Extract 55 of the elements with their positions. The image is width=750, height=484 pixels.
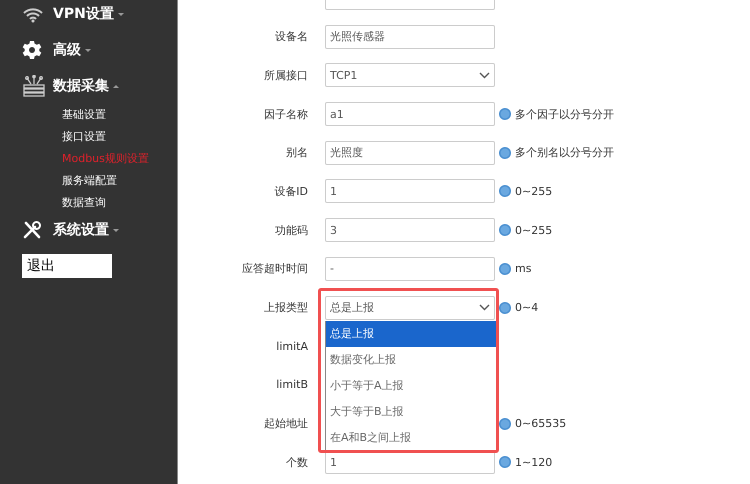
field-label: 因子名称 xyxy=(263,106,308,122)
dropdown-option[interactable]: 大于等于B上报 xyxy=(326,398,496,424)
hint-text: 0~255 xyxy=(515,224,552,237)
help-icon xyxy=(499,185,511,198)
input-field[interactable]: 光照度 xyxy=(325,140,495,165)
hint-text: 1~120 xyxy=(515,456,552,469)
help-icon xyxy=(499,146,511,159)
menu-item[interactable]: VPN设置 xyxy=(22,2,177,26)
select-field[interactable]: TCP1 xyxy=(325,63,495,88)
field-label: 上报类型 xyxy=(263,300,308,315)
submenu-item[interactable]: 基础设置 xyxy=(62,104,177,126)
gear-icon xyxy=(22,40,42,60)
help-icon xyxy=(499,224,511,236)
field-label: limitA xyxy=(275,340,308,353)
hint-text: 多个别名以分号分开 xyxy=(515,145,614,160)
field-label: 功能码 xyxy=(274,222,308,238)
hint-text: 0~4 xyxy=(515,301,538,314)
submenu-item[interactable]: 接口设置 xyxy=(62,126,177,148)
field-label: 设备名 xyxy=(274,29,308,44)
input-field[interactable]: - xyxy=(325,256,495,281)
dropdown-option[interactable]: 数据变化上报 xyxy=(326,346,496,372)
select-field[interactable]: 总是上报 xyxy=(325,296,495,320)
hint-text: 多个因子以分号分开 xyxy=(515,106,614,122)
input-field[interactable]: 1 xyxy=(325,179,495,204)
help-icon xyxy=(499,456,511,468)
submenu-item[interactable]: 服务端配置 xyxy=(62,170,177,192)
hint-text: 0~65535 xyxy=(515,417,566,430)
field-label: 所属接口 xyxy=(263,68,308,83)
input-field[interactable]: 光照传感器 xyxy=(325,24,495,49)
input-field[interactable]: a1 xyxy=(325,102,495,126)
field-label: 设备ID xyxy=(273,184,308,199)
menu-item[interactable]: 高级 xyxy=(22,38,177,62)
field-label: 个数 xyxy=(285,454,308,470)
field-label: 起始地址 xyxy=(263,416,308,432)
logout-button[interactable]: 退出 xyxy=(22,254,112,278)
field-label: limitB xyxy=(275,378,308,392)
hint-text: ms xyxy=(515,262,532,276)
input-field[interactable]: 3 xyxy=(325,218,495,242)
menu-item[interactable]: 数据采集 xyxy=(22,74,177,98)
chevron-down-icon xyxy=(479,304,490,311)
chevron-down-icon xyxy=(479,72,490,79)
help-icon xyxy=(499,108,511,120)
dropdown-option[interactable]: 在A和B之间上报 xyxy=(326,424,496,450)
help-icon xyxy=(499,262,511,275)
field-label: 别名 xyxy=(285,145,308,160)
menu-item[interactable]: 系统设置 xyxy=(22,218,177,242)
sensor-icon xyxy=(22,75,46,97)
tools-icon xyxy=(22,220,42,240)
field-label: 应答超时时间 xyxy=(241,261,308,276)
hint-text: 0~255 xyxy=(515,184,552,198)
dropdown-option[interactable]: 总是上报 xyxy=(326,320,496,346)
submenu-item[interactable]: 数据查询 xyxy=(62,192,177,214)
help-icon xyxy=(499,302,511,314)
help-icon xyxy=(499,418,511,430)
dropdown-option[interactable]: 小于等于A上报 xyxy=(326,372,496,398)
